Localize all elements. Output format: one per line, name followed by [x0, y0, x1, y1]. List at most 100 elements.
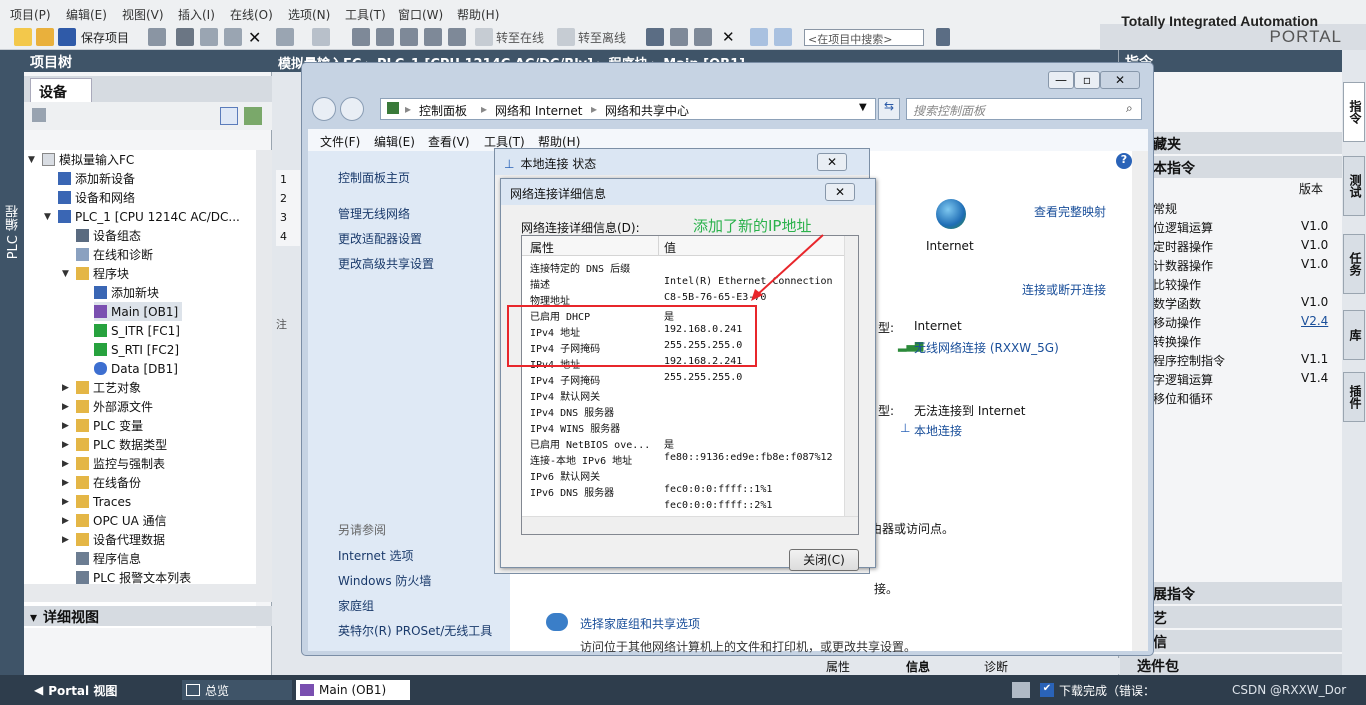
- refresh-icon[interactable]: ⇆: [878, 98, 900, 120]
- tree-item-project[interactable]: ▼ 模拟量输入FC: [28, 150, 134, 169]
- search-icon[interactable]: ⌕: [1126, 101, 1133, 116]
- tree-overview-icon[interactable]: [244, 107, 262, 125]
- address-dropdown-icon[interactable]: ▼: [859, 102, 867, 113]
- breadcrumb[interactable]: ▸ 控制面板 ▸ 网络和 Internet ▸ 网络和共享中心 ▼: [380, 98, 876, 120]
- tab-devices[interactable]: 设备: [30, 78, 92, 102]
- menu-tools[interactable]: 工具(T): [345, 6, 386, 23]
- tree-item-program-blocks[interactable]: ▼ 程序块: [62, 264, 129, 283]
- cp-scrollbar[interactable]: [1132, 151, 1148, 651]
- tab-instructions[interactable]: 指令: [1343, 82, 1365, 142]
- tree-list-icon[interactable]: [220, 107, 238, 125]
- link-adapter-settings[interactable]: 更改适配器设置: [338, 230, 422, 247]
- project-search-input[interactable]: <在项目中搜索>: [804, 29, 924, 46]
- tree-settings-icon[interactable]: [32, 108, 46, 122]
- go-online-button[interactable]: 转至在线: [496, 29, 544, 46]
- details-dialog-close-x[interactable]: ✕: [825, 183, 855, 201]
- accessible-devices-icon[interactable]: [646, 28, 664, 46]
- breadcrumb-network-internet[interactable]: 网络和 Internet: [495, 102, 582, 119]
- breadcrumb-control-panel[interactable]: 控制面板: [419, 102, 467, 119]
- tree-item-devices-networks[interactable]: 设备和网络: [58, 188, 135, 207]
- paste-icon[interactable]: [224, 28, 242, 46]
- tree-item-fc2[interactable]: S_RTI [FC2]: [94, 340, 179, 359]
- details-horizontal-scrollbar[interactable]: [522, 516, 858, 534]
- tree-vertical-scrollbar[interactable]: [256, 150, 272, 584]
- link-proset-tools[interactable]: 英特尔(R) PROSet/无线工具: [338, 622, 492, 639]
- tab-properties[interactable]: 属性: [826, 658, 850, 675]
- download-icon[interactable]: [376, 28, 394, 46]
- link-homegroup[interactable]: 家庭组: [338, 597, 374, 614]
- tree-item-online-backups[interactable]: ▶ 在线备份: [62, 473, 141, 492]
- print-icon[interactable]: [148, 28, 166, 46]
- link-local-connection[interactable]: 本地连接: [914, 422, 962, 439]
- tab-libraries[interactable]: 库: [1343, 310, 1365, 360]
- save-icon[interactable]: [58, 28, 76, 46]
- cp-menu-view[interactable]: 查看(V): [428, 133, 470, 150]
- cut-icon[interactable]: [176, 28, 194, 46]
- link-advanced-sharing[interactable]: 更改高级共享设置: [338, 255, 434, 272]
- tree-item-plc-tags[interactable]: ▶ PLC 变量: [62, 416, 143, 435]
- menu-options[interactable]: 选项(N): [288, 6, 330, 23]
- save-button[interactable]: 保存项目: [81, 29, 129, 46]
- tree-horizontal-scrollbar[interactable]: [24, 584, 272, 602]
- portal-view-button[interactable]: ◀ Portal 视图: [34, 680, 117, 700]
- link-view-full-map[interactable]: 查看完整映射: [1034, 203, 1106, 220]
- tab-diagnostics[interactable]: 诊断: [984, 658, 1008, 675]
- link-manage-wireless[interactable]: 管理无线网络: [338, 205, 410, 222]
- tree-item-plc[interactable]: ▼ PLC_1 [CPU 1214C AC/DC...: [44, 207, 240, 226]
- menu-edit[interactable]: 编辑(E): [66, 6, 107, 23]
- help-icon[interactable]: ?: [1116, 153, 1132, 169]
- copy-icon[interactable]: [200, 28, 218, 46]
- link-windows-firewall[interactable]: Windows 防火墙: [338, 572, 431, 589]
- tab-testing[interactable]: 测试: [1343, 156, 1365, 216]
- link-internet-options[interactable]: Internet 选项: [338, 547, 413, 564]
- menu-view[interactable]: 视图(V): [122, 6, 164, 23]
- column-property[interactable]: 属性: [530, 239, 554, 256]
- control-panel-search-input[interactable]: 搜索控制面板: [906, 98, 1142, 120]
- link-wireless-connection[interactable]: 无线网络连接 (RXXW_5G): [914, 339, 1059, 356]
- menu-project[interactable]: 项目(P): [10, 6, 51, 23]
- monitor-icon[interactable]: [670, 28, 688, 46]
- runtime-icon[interactable]: [448, 28, 466, 46]
- binoculars-icon[interactable]: [936, 28, 950, 46]
- optional-packages-header[interactable]: 选件包: [1119, 654, 1343, 675]
- stop-icon[interactable]: ✕: [722, 28, 740, 46]
- forward-button[interactable]: [340, 97, 364, 121]
- download-status[interactable]: ✔ 下载完成（错误：: [1040, 680, 1155, 700]
- details-vertical-scrollbar[interactable]: [844, 236, 858, 516]
- link-connect-disconnect[interactable]: 连接或断开连接: [1022, 281, 1106, 298]
- go-offline-button[interactable]: 转至离线: [578, 29, 626, 46]
- maximize-button[interactable]: ▫: [1074, 71, 1100, 89]
- tab-info[interactable]: 信息: [906, 658, 930, 675]
- link-homegroup-sharing[interactable]: 选择家庭组和共享选项: [580, 615, 700, 632]
- new-project-icon[interactable]: [14, 28, 32, 46]
- back-button[interactable]: [312, 97, 336, 121]
- menu-online[interactable]: 在线(O): [230, 6, 273, 23]
- device-status-icon[interactable]: [1012, 682, 1030, 698]
- tree-item-main-ob1[interactable]: Main [OB1]: [94, 302, 183, 321]
- detail-view-header[interactable]: ▾ 详细视图: [24, 606, 272, 626]
- close-window-button[interactable]: ✕: [1100, 71, 1140, 89]
- tree-item-db1[interactable]: Data [DB1]: [94, 359, 178, 378]
- tree-item-external-sources[interactable]: ▶ 外部源文件: [62, 397, 153, 416]
- overview-tab[interactable]: 总览: [182, 680, 292, 700]
- tree-item-opc-ua[interactable]: ▶ OPC UA 通信: [62, 511, 167, 530]
- status-icon[interactable]: [694, 28, 712, 46]
- simulate-icon[interactable]: [424, 28, 442, 46]
- undo-icon[interactable]: [276, 28, 294, 46]
- compile-icon[interactable]: [352, 28, 370, 46]
- link-cp-home[interactable]: 控制面板主页: [338, 169, 410, 186]
- tree-item-tech-objects[interactable]: ▶ 工艺对象: [62, 378, 141, 397]
- menu-insert[interactable]: 插入(I): [178, 6, 215, 23]
- tree-item-program-info[interactable]: 程序信息: [76, 549, 141, 568]
- split-vertical-icon[interactable]: [774, 28, 792, 46]
- tree-item-add-block[interactable]: 添加新块: [94, 283, 159, 302]
- tab-addins[interactable]: 插件: [1343, 372, 1365, 422]
- menu-help[interactable]: 帮助(H): [457, 6, 499, 23]
- tree-item-device-config[interactable]: 设备组态: [76, 226, 141, 245]
- go-offline-icon[interactable]: [557, 28, 575, 46]
- split-horizontal-icon[interactable]: [750, 28, 768, 46]
- status-dialog-close-button[interactable]: ✕: [817, 153, 847, 171]
- plc-programming-tab[interactable]: PLC 编程: [4, 205, 23, 259]
- redo-icon[interactable]: [312, 28, 330, 46]
- tree-item-plc-datatypes[interactable]: ▶ PLC 数据类型: [62, 435, 167, 454]
